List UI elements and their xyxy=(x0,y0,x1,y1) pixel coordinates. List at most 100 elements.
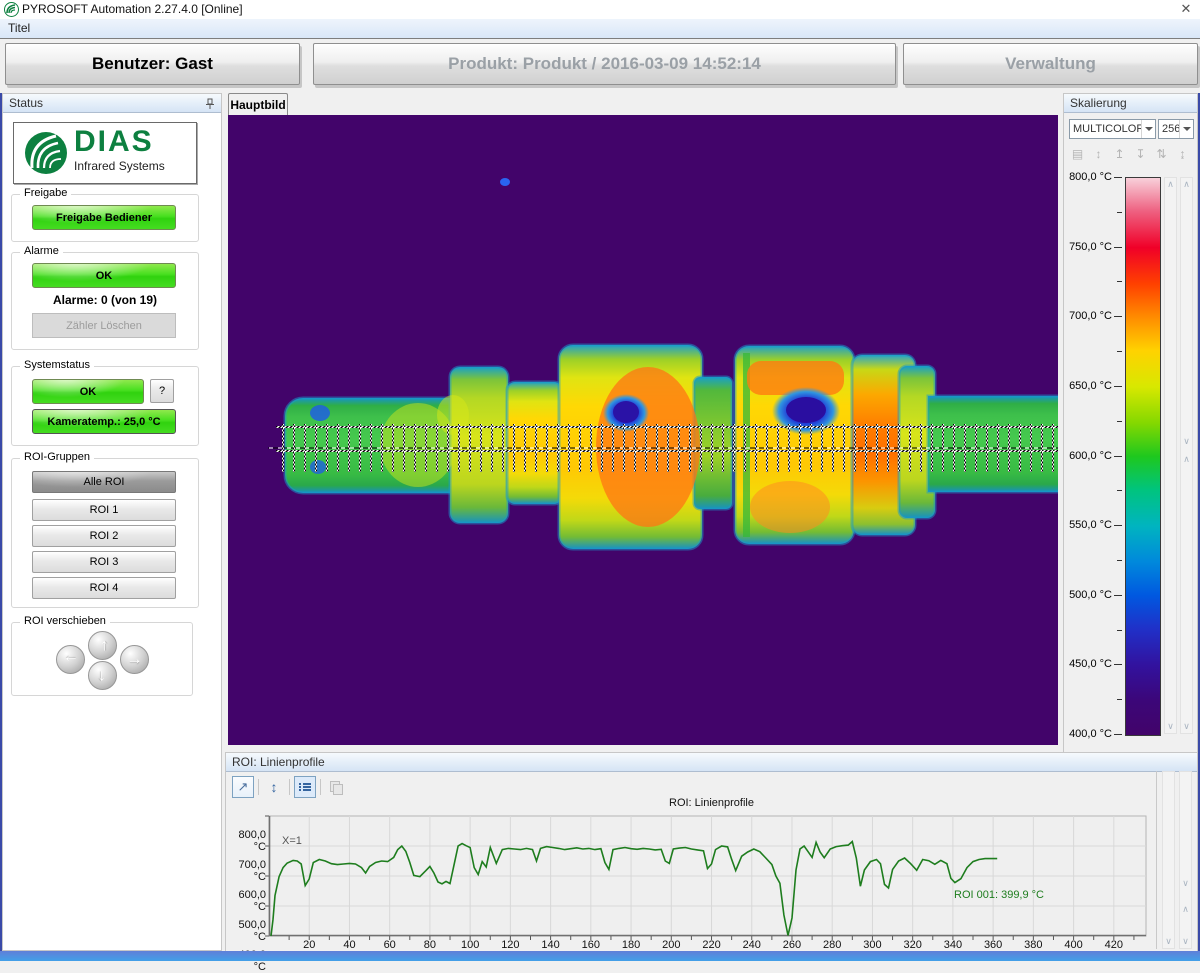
x-tick-label: 160 xyxy=(576,939,606,951)
profile-scrollbar-1[interactable]: ∨ xyxy=(1162,771,1175,949)
x-tick-label: 340 xyxy=(938,939,968,951)
freigabe-bediener-button[interactable]: Freigabe Bediener xyxy=(32,205,176,230)
linienprofile-header-title: ROI: Linienprofile xyxy=(232,755,325,769)
x-tick-label: 20 xyxy=(294,939,324,951)
colorbar-major-tick xyxy=(1114,386,1122,387)
chevron-down-icon[interactable]: ∨ xyxy=(1180,878,1191,889)
colorbar-major-tick xyxy=(1114,664,1122,665)
auto-range-icon[interactable]: ↨ xyxy=(1174,146,1191,163)
systemstatus-ok-indicator[interactable]: OK xyxy=(32,379,144,404)
x-tick-label: 360 xyxy=(978,939,1008,951)
chevron-down-icon[interactable]: ∨ xyxy=(1181,436,1192,447)
palette-combobox[interactable]: MULTICOLOR xyxy=(1069,119,1156,139)
autoscale-button[interactable]: ↕ xyxy=(263,776,285,798)
menu-titel[interactable]: Titel xyxy=(8,21,30,35)
x-tick-label: 60 xyxy=(375,939,405,951)
pyrosoft-window: { "window": { "title": "PYROSOFT Automat… xyxy=(0,0,1200,961)
skalierung-panel: Skalierung MULTICOLOR 256 ▤ ↕ ↥ ↧ ⇅ ↨ 80… xyxy=(1063,93,1198,753)
levels-value: 256 xyxy=(1159,123,1179,135)
x-tick-label: 180 xyxy=(616,939,646,951)
roi-verschieben-label: ROI verschieben xyxy=(20,615,110,627)
chevron-down-icon[interactable]: ∨ xyxy=(1180,936,1191,947)
x-tick-label: 420 xyxy=(1099,939,1129,951)
legend-toggle-button[interactable] xyxy=(294,776,316,798)
dias-swirl-icon xyxy=(22,130,70,176)
app-icon xyxy=(4,2,19,17)
colorbar-major-tick xyxy=(1114,595,1122,596)
x-tick-label: 80 xyxy=(415,939,445,951)
skalierung-title: Skalierung xyxy=(1070,96,1127,110)
scale-properties-icon[interactable]: ▤ xyxy=(1069,146,1086,163)
profile-scrollbar-2[interactable]: ∨ ∧ ∨ xyxy=(1179,771,1192,949)
roi-band-row1 xyxy=(276,424,1058,448)
roi-group-button-roi-1[interactable]: ROI 1 xyxy=(32,499,176,521)
roi-group-button-roi-2[interactable]: ROI 2 xyxy=(32,525,176,547)
roi-move-up-button[interactable]: → xyxy=(88,631,117,660)
window-title: PYROSOFT Automation 2.27.4.0 [Online] xyxy=(22,2,243,16)
colorbar-major-tick xyxy=(1114,316,1122,317)
roi-band-row2 xyxy=(276,448,1058,472)
scale-min-scrollbar[interactable]: ∧ ∨ ∧ ∨ xyxy=(1180,177,1193,734)
close-icon[interactable]: ✕ xyxy=(1176,1,1196,17)
colorbar-label: 750,0 °C xyxy=(1069,241,1112,253)
roi-group-button-alle-roi[interactable]: Alle ROI xyxy=(32,471,176,493)
arrow-up-icon: → xyxy=(94,638,112,654)
expand-range-icon[interactable]: ↕ xyxy=(1090,146,1107,163)
roi-move-down-button[interactable]: → xyxy=(88,661,117,690)
linienprofile-panel: ROI: Linienprofile ↗ ↕ ROI: Linienprofil… xyxy=(225,752,1198,952)
dias-brand: DIAS xyxy=(74,125,154,159)
chevron-down-icon[interactable]: ∨ xyxy=(1163,936,1174,947)
tab-hauptbild[interactable]: Hauptbild xyxy=(228,93,288,116)
x-tick-label: 40 xyxy=(334,939,364,951)
thermal-image-view[interactable] xyxy=(228,115,1058,745)
compress-range-icon[interactable]: ⇅ xyxy=(1153,146,1170,163)
colorbar-minor-tick xyxy=(1117,212,1122,213)
pin-icon[interactable] xyxy=(205,98,215,110)
chevron-down-icon[interactable] xyxy=(1179,120,1193,138)
benutzer-button[interactable]: Benutzer: Gast xyxy=(5,43,300,85)
roi-group-button-roi-4[interactable]: ROI 4 xyxy=(32,577,176,599)
lower-max-icon[interactable]: ↧ xyxy=(1132,146,1149,163)
chevron-down-icon[interactable]: ∨ xyxy=(1165,721,1176,732)
roi-group-button-roi-3[interactable]: ROI 3 xyxy=(32,551,176,573)
x-tick-label: 140 xyxy=(536,939,566,951)
thermal-image xyxy=(228,115,1058,745)
colorbar-minor-tick xyxy=(1117,490,1122,491)
dias-logo: DIAS Infrared Systems xyxy=(13,122,197,184)
chevron-up-icon[interactable]: ∧ xyxy=(1181,454,1192,465)
roi-move-left-button[interactable]: → xyxy=(56,645,85,674)
alarme-ok-indicator[interactable]: OK xyxy=(32,263,176,288)
list-icon xyxy=(299,782,311,792)
produkt-button[interactable]: Produkt: Produkt / 2016-03-09 14:52:14 xyxy=(313,43,896,85)
colorbar-minor-tick xyxy=(1117,351,1122,352)
scale-max-scrollbar[interactable]: ∧ ∨ xyxy=(1164,177,1177,734)
colorbar-label: 700,0 °C xyxy=(1069,310,1112,322)
levels-combobox[interactable]: 256 xyxy=(1158,119,1194,139)
chevron-up-icon[interactable]: ∧ xyxy=(1180,904,1191,915)
arrow-down-icon: → xyxy=(94,668,112,684)
colorbar-major-tick xyxy=(1114,525,1122,526)
chevron-down-icon[interactable]: ∨ xyxy=(1181,721,1192,732)
colorbar-major-tick xyxy=(1114,177,1122,178)
systemstatus-label: Systemstatus xyxy=(20,359,94,371)
x-tick-label: 380 xyxy=(1018,939,1048,951)
status-panel-header: Status xyxy=(3,94,221,113)
systemstatus-help-button[interactable]: ? xyxy=(150,379,174,403)
x-tick-label: 400 xyxy=(1059,939,1089,951)
copy-button[interactable] xyxy=(325,776,347,798)
open-window-button[interactable]: ↗ xyxy=(232,776,254,798)
zaehler-loeschen-button[interactable]: Zähler Löschen xyxy=(32,313,176,338)
colorbar-minor-tick xyxy=(1117,630,1122,631)
raise-min-icon[interactable]: ↥ xyxy=(1111,146,1128,163)
chevron-up-icon[interactable]: ∧ xyxy=(1165,179,1176,190)
chevron-down-icon[interactable] xyxy=(1141,120,1155,138)
window-border-left xyxy=(0,93,2,951)
roi-move-right-button[interactable]: → xyxy=(120,645,149,674)
x-tick-label: 200 xyxy=(656,939,686,951)
x-tick-label: 220 xyxy=(697,939,727,951)
chevron-up-icon[interactable]: ∧ xyxy=(1181,179,1192,190)
verwaltung-button[interactable]: Verwaltung xyxy=(903,43,1198,85)
x-tick-label: 240 xyxy=(737,939,767,951)
skalierung-header: Skalierung xyxy=(1064,94,1197,113)
kameratemp-indicator[interactable]: Kameratemp.: 25,0 °C xyxy=(32,409,176,434)
